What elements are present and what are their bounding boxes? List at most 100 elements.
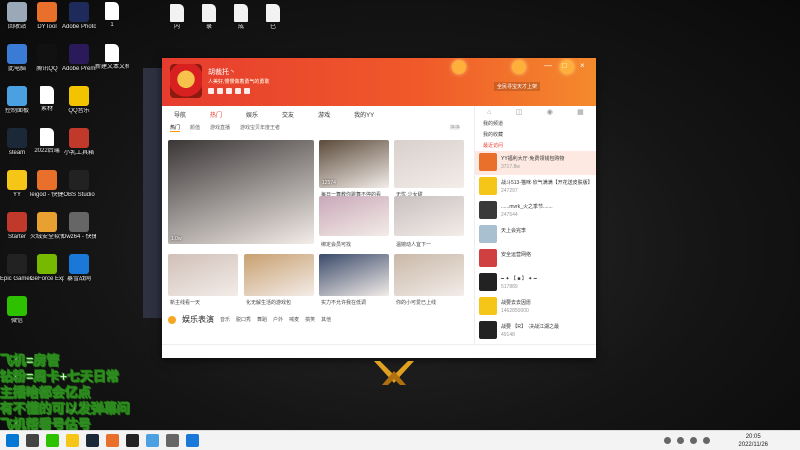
panel-menu-item[interactable]: 我的收藏 xyxy=(475,129,596,140)
desktop-icon[interactable]: DYTool xyxy=(30,2,64,31)
sub-tab[interactable]: 游戏宝贝年度王者 xyxy=(240,124,280,132)
panel-tab-icon[interactable]: ▦ xyxy=(577,108,584,116)
desktop-file-icon[interactable]: 录 xyxy=(192,4,226,31)
sub-tab[interactable]: 颜值 xyxy=(190,124,200,132)
stream-tile[interactable] xyxy=(319,196,389,236)
stream-tile[interactable]: 1.0w xyxy=(168,140,314,244)
desktop-icon[interactable]: 2022后端 xyxy=(30,128,64,155)
desktop-icon[interactable]: 回收站 xyxy=(0,2,34,31)
stream-title[interactable]: 绑定会员可找 xyxy=(321,241,351,248)
panel-menu-item[interactable]: 最近访问 xyxy=(475,140,596,151)
section-tab[interactable]: 舞蹈 xyxy=(257,316,267,323)
app-icon xyxy=(69,128,89,148)
stream-title[interactable]: 温婉动人宜下一 xyxy=(396,241,431,248)
room-list-item[interactable]: 战要去去因愿 1462850000 xyxy=(475,295,596,319)
desktop-icon[interactable]: 1 xyxy=(95,2,129,29)
room-list-item[interactable]: 安全运营网络 xyxy=(475,247,596,271)
room-list-item[interactable]: 战要 【R】 ·决战江湖之最 49148 xyxy=(475,319,596,343)
desktop-icon[interactable]: 小乳工具箱 xyxy=(62,128,96,157)
desktop-icon[interactable]: leigod - 快捷方式 xyxy=(30,170,64,199)
stream-tile[interactable] xyxy=(168,254,238,296)
taskbar-app-icon[interactable] xyxy=(126,434,139,447)
desktop-icon[interactable]: YY xyxy=(0,170,34,199)
close-button[interactable]: × xyxy=(580,61,585,70)
nav-tab[interactable]: 娱乐 xyxy=(234,106,270,120)
taskbar-app-icon[interactable] xyxy=(46,434,59,447)
taskbar-app-icon[interactable] xyxy=(6,434,19,447)
section-tab[interactable]: 户外 xyxy=(273,316,283,323)
refresh-button[interactable]: 换换 xyxy=(450,124,460,131)
desktop-icon[interactable]: Adobe Premie... xyxy=(62,44,96,73)
desktop-icon[interactable]: 控制面板 xyxy=(0,86,34,115)
section-tab[interactable]: 其他 xyxy=(321,316,331,323)
room-list-item[interactable]: 天上会完李 xyxy=(475,223,596,247)
desktop-file-icon[interactable]: 已 xyxy=(256,4,290,31)
minimize-button[interactable]: — xyxy=(544,61,552,70)
stream-title[interactable]: 化无解生活的游戏包 xyxy=(246,299,291,306)
desktop-icon[interactable]: OBS Studio xyxy=(62,170,96,199)
desktop-icon-label: 火绒安全软件 xyxy=(30,234,64,240)
user-avatar[interactable] xyxy=(170,64,202,98)
clock[interactable]: 20:05 2022/11/26 xyxy=(738,433,768,449)
room-title: 战要去去因愿 xyxy=(501,300,532,306)
room-title: 安全运营网络 xyxy=(501,252,532,258)
desktop-icon[interactable]: 火绒安全软件 xyxy=(30,212,64,241)
stream-tile[interactable] xyxy=(244,254,314,296)
sub-tab[interactable]: 热门 xyxy=(170,124,181,132)
taskbar-app-icon[interactable] xyxy=(66,434,79,447)
stream-tile[interactable] xyxy=(394,140,464,188)
sub-tab[interactable]: 游戏直播 xyxy=(210,124,230,132)
panel-tab-icon[interactable]: ⌂ xyxy=(487,109,491,116)
stream-title[interactable]: 实力不允许我在低调 xyxy=(321,299,366,306)
section-tab[interactable]: 喊麦 xyxy=(289,316,299,323)
desktop-icon[interactable]: 微信 xyxy=(0,296,34,325)
nav-tab[interactable]: 交友 xyxy=(270,106,306,120)
nav-tab[interactable]: 热门 xyxy=(198,106,234,120)
room-list-item[interactable]: YY福利大厅·免费领钱包购物 3717.8w xyxy=(475,151,596,175)
system-tray[interactable] xyxy=(664,437,710,444)
taskbar-app-icon[interactable] xyxy=(86,434,99,447)
nav-tab[interactable]: 我的YY xyxy=(342,106,386,120)
room-list-item[interactable]: ━ ✦ 【 ■ 】 ✦ ━ 517889 xyxy=(475,271,596,295)
desktop-icon[interactable]: 腾讯QQ xyxy=(30,44,64,73)
desktop-icon[interactable]: 此电脑 xyxy=(0,44,34,73)
taskbar-app-icon[interactable] xyxy=(146,434,159,447)
taskbar-app-icon[interactable] xyxy=(186,434,199,447)
section-tab[interactable]: 音乐 xyxy=(220,316,230,323)
room-list-item[interactable]: 战斗513-猫咪·欣气满满【开花送皮肤版】 247297 xyxy=(475,175,596,199)
desktop-icon[interactable]: QQ音乐 xyxy=(62,86,96,115)
desktop-icon[interactable]: Epic Games Launcher xyxy=(0,254,34,283)
section-header: 娱乐表演 音乐 脱口秀 舞蹈 户外 喊麦 搞笑 其他 xyxy=(168,314,331,325)
desktop-icon[interactable]: Starter xyxy=(0,212,34,241)
desktop-file-icon[interactable]: 成 xyxy=(224,4,258,31)
app-icon xyxy=(7,128,27,148)
stream-title[interactable]: 新主线看一天 xyxy=(170,299,200,306)
stream-tile[interactable] xyxy=(394,254,464,296)
event-banner[interactable]: 全民寻宝天才上架 xyxy=(494,82,541,91)
stream-tile[interactable] xyxy=(394,196,464,236)
desktop-icon[interactable]: steam xyxy=(0,128,34,157)
stream-title[interactable]: 你的小可爱已上线 xyxy=(396,299,436,306)
stream-tile[interactable] xyxy=(319,254,389,296)
desktop-file-icon[interactable]: 内 xyxy=(160,4,194,31)
desktop-icon[interactable]: Adobe Photosh... xyxy=(62,2,96,31)
nav-tab[interactable]: 游戏 xyxy=(306,106,342,120)
panel-tab-icon[interactable]: ◫ xyxy=(516,108,523,116)
panel-tab-icon[interactable]: ◉ xyxy=(547,108,553,116)
taskbar-app-icon[interactable] xyxy=(106,434,119,447)
desktop-icon[interactable]: GeForce Experience xyxy=(30,254,64,283)
desktop-icon[interactable]: Dwz64 - 快捷方式 xyxy=(62,212,96,241)
room-list-item[interactable]: ......mvrk_火之季节....... 247544 xyxy=(475,199,596,223)
section-tab[interactable]: 搞笑 xyxy=(305,316,315,323)
user-name[interactable]: 胡裁托丶 xyxy=(208,67,236,77)
panel-menu-item[interactable]: 我的频道 xyxy=(475,118,596,129)
taskbar-app-icon[interactable] xyxy=(166,434,179,447)
taskbar-app-icon[interactable] xyxy=(26,434,39,447)
desktop-icon[interactable]: 暴雪战网 xyxy=(62,254,96,283)
section-tab[interactable]: 脱口秀 xyxy=(236,316,251,323)
nav-tab[interactable]: 导航 xyxy=(162,106,198,120)
maximize-button[interactable]: □ xyxy=(562,61,567,70)
stream-tile[interactable]: 12574 xyxy=(319,140,389,188)
desktop-icon[interactable]: 素材 xyxy=(30,86,64,113)
desktop-icon[interactable]: 新建文本文档 xyxy=(95,44,129,71)
